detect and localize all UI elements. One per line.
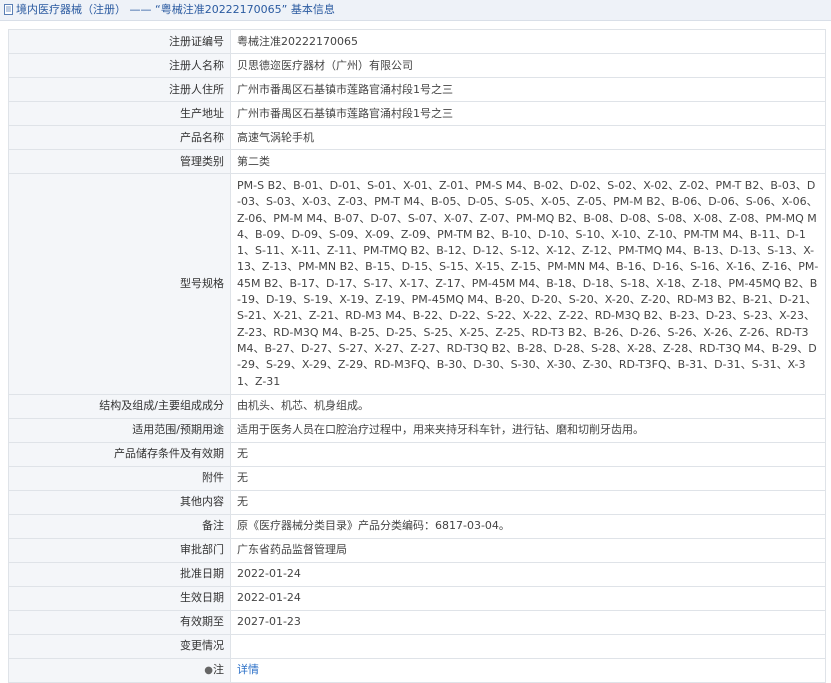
- note-row: ●注 详情: [8, 657, 826, 683]
- table-row: 注册人住所 广州市番禺区石基镇市莲路官涌村段1号之三: [8, 77, 826, 102]
- field-label: 结构及组成/主要组成成分: [8, 393, 231, 419]
- table-row: 其他内容无: [8, 489, 826, 515]
- page-title: 境内医疗器械（注册） —— “粤械注准20222170065” 基本信息: [16, 3, 335, 16]
- table-row: 附件无: [8, 465, 826, 491]
- field-label: 附件: [8, 465, 231, 491]
- field-value: PM-S B2、B-01、D-01、S-01、X-01、Z-01、PM-S M4…: [230, 173, 826, 395]
- table-row: 注册人名称 贝思德迩医疗器材（广州）有限公司: [8, 53, 826, 78]
- table-row: 生产地址 广州市番禺区石基镇市莲路官涌村段1号之三: [8, 101, 826, 126]
- field-value: 由机头、机芯、机身组成。: [230, 393, 826, 419]
- field-label: 管理类别: [8, 149, 231, 174]
- field-label: 产品储存条件及有效期: [8, 441, 231, 467]
- field-label: 生效日期: [8, 585, 231, 611]
- table-row: 变更情况: [8, 633, 826, 659]
- field-label: 注册证编号: [8, 29, 231, 54]
- field-value: 高速气涡轮手机: [230, 125, 826, 150]
- document-icon: [4, 3, 13, 15]
- field-value: 原《医疗器械分类目录》产品分类编码：6817-03-04。: [230, 513, 826, 539]
- field-label: 备注: [8, 513, 231, 539]
- table-row: 产品名称 高速气涡轮手机: [8, 125, 826, 150]
- field-label: 批准日期: [8, 561, 231, 587]
- table-row: 适用范围/预期用途 适用于医务人员在口腔治疗过程中，用来夹持牙科车针，进行钻、磨和…: [8, 417, 826, 443]
- field-value: 2022-01-24: [230, 585, 826, 611]
- field-label: 有效期至: [8, 609, 231, 635]
- field-value: 无: [230, 441, 826, 467]
- field-value: 第二类: [230, 149, 826, 174]
- table-row: 型号规格 PM-S B2、B-01、D-01、S-01、X-01、Z-01、PM-…: [8, 173, 826, 395]
- field-value: [230, 633, 826, 659]
- field-value: 粤械注准20222170065: [230, 29, 826, 54]
- note-value: 详情: [230, 657, 826, 683]
- table-row: 审批部门 广东省药品监督管理局: [8, 537, 826, 563]
- table-row: 有效期至 2027-01-23: [8, 609, 826, 635]
- field-label: 生产地址: [8, 101, 231, 126]
- note-label-cell: ●注: [8, 657, 231, 683]
- field-value: 2027-01-23: [230, 609, 826, 635]
- field-value: 适用于医务人员在口腔治疗过程中，用来夹持牙科车针，进行钻、磨和切削牙齿用。: [230, 417, 826, 443]
- field-label: 注册人名称: [8, 53, 231, 78]
- field-label: 变更情况: [8, 633, 231, 659]
- table-row: 生效日期 2022-01-24: [8, 585, 826, 611]
- table-row: 结构及组成/主要组成成分 由机头、机芯、机身组成。: [8, 393, 826, 419]
- field-value: 贝思德迩医疗器材（广州）有限公司: [230, 53, 826, 78]
- field-value: 广东省药品监督管理局: [230, 537, 826, 563]
- field-label: 型号规格: [8, 173, 231, 395]
- field-value: 广州市番禺区石基镇市莲路官涌村段1号之三: [230, 101, 826, 126]
- field-value: 广州市番禺区石基镇市莲路官涌村段1号之三: [230, 77, 826, 102]
- field-label: 产品名称: [8, 125, 231, 150]
- info-table: 注册证编号 粤械注准20222170065 注册人名称 贝思德迩医疗器材（广州）有限公…: [8, 29, 826, 683]
- field-label: 其他内容: [8, 489, 231, 515]
- bulb-icon: ●: [204, 664, 213, 676]
- field-label: 适用范围/预期用途: [8, 417, 231, 443]
- table-row: 备注 原《医疗器械分类目录》产品分类编码：6817-03-04。: [8, 513, 826, 539]
- field-label: 注册人住所: [8, 77, 231, 102]
- note-label: 注: [213, 662, 224, 676]
- field-value: 无: [230, 489, 826, 515]
- field-value: 无: [230, 465, 826, 491]
- field-value: 2022-01-24: [230, 561, 826, 587]
- table-row: 注册证编号 粤械注准20222170065: [8, 29, 826, 54]
- field-label: 审批部门: [8, 537, 231, 563]
- details-link[interactable]: 详情: [237, 663, 259, 676]
- table-row: 产品储存条件及有效期无: [8, 441, 826, 467]
- page-header: 境内医疗器械（注册） —— “粤械注准20222170065” 基本信息: [0, 0, 831, 21]
- table-row: 批准日期 2022-01-24: [8, 561, 826, 587]
- table-row: 管理类别 第二类: [8, 149, 826, 174]
